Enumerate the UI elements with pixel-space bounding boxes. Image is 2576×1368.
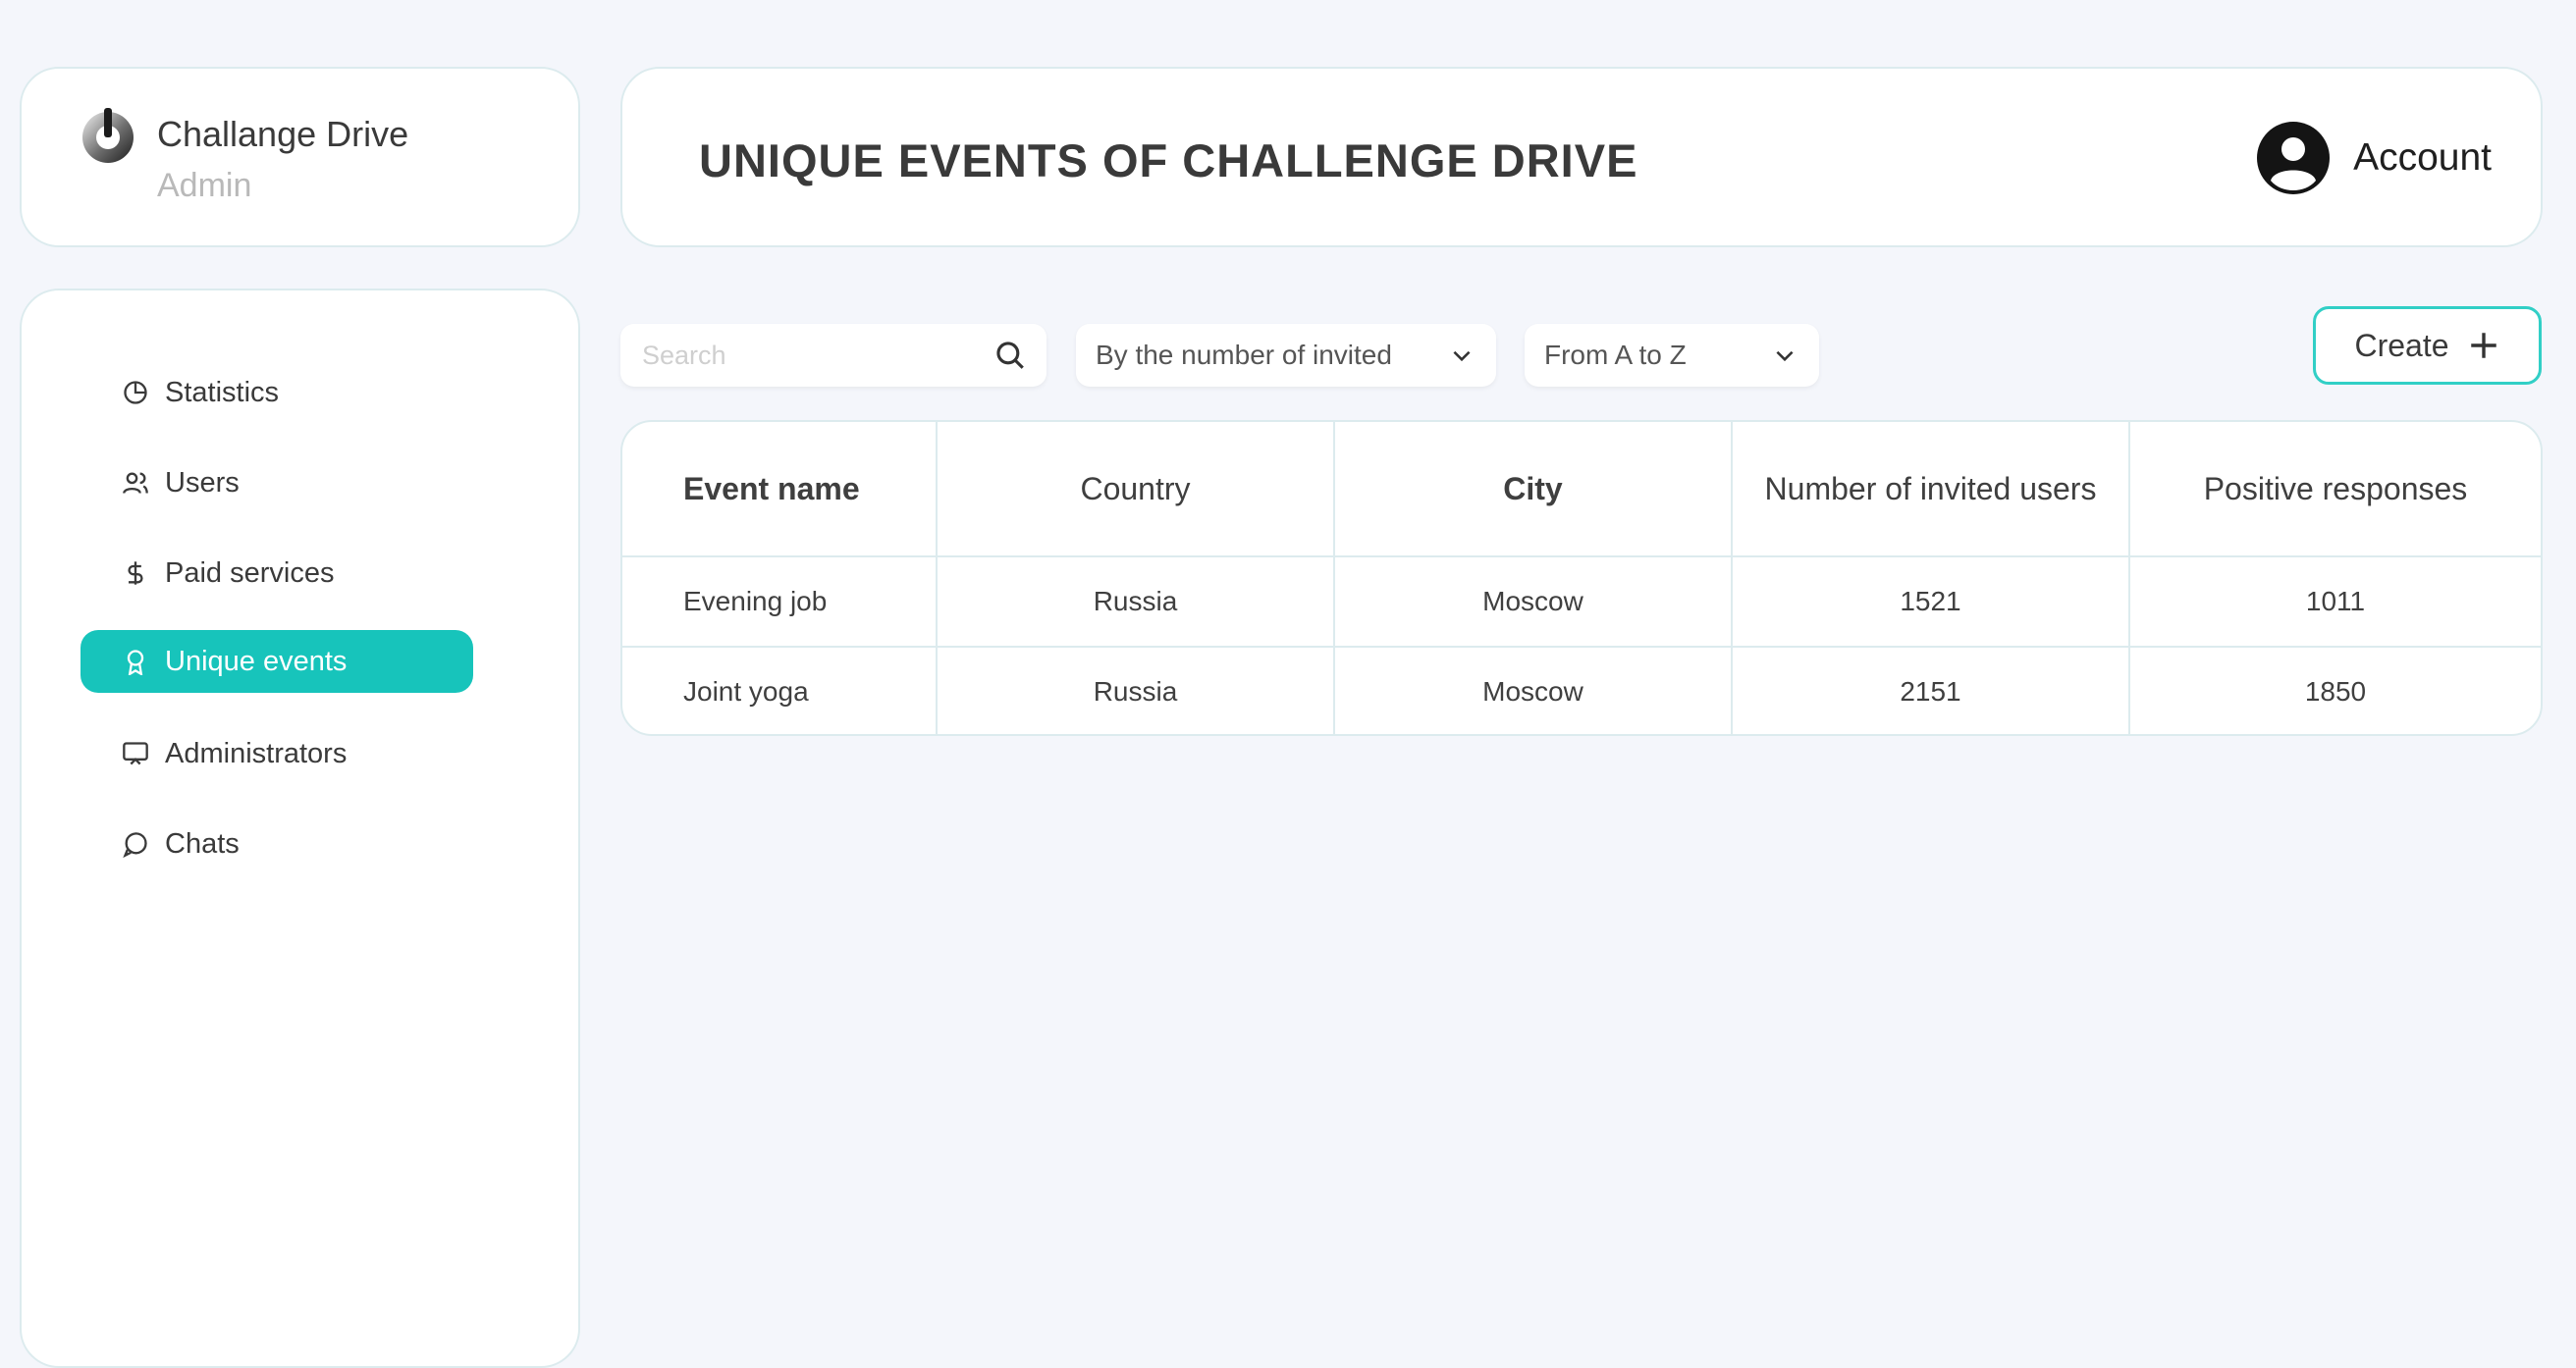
pie-chart-icon [124, 381, 147, 404]
brand-logo-icon [82, 108, 134, 163]
account-menu[interactable]: Account [2257, 122, 2492, 194]
sort-by-value: By the number of invited [1096, 340, 1392, 370]
events-table-card: Event name Country City Number of invite… [620, 420, 2543, 736]
monitor-icon [123, 742, 148, 765]
chevron-down-icon [1453, 350, 1471, 362]
table-row[interactable]: Joint yoga Russia Moscow 2151 1850 [622, 647, 2541, 734]
page-header: UNIQUE EVENTS OF CHALLENGE DRIVE Account [620, 67, 2543, 247]
cell-positive-responses: 1011 [2129, 556, 2541, 648]
cell-country: Russia [937, 556, 1335, 648]
column-header-city[interactable]: City [1334, 422, 1733, 557]
cell-city: Moscow [1334, 556, 1733, 648]
cell-invited-users: 1521 [1732, 556, 2130, 648]
column-header-country[interactable]: Country [937, 422, 1335, 557]
search-icon[interactable] [993, 339, 1027, 372]
sidebar-item-label: Administrators [165, 737, 348, 769]
plus-icon [2470, 333, 2496, 358]
cell-country: Russia [937, 647, 1335, 734]
cell-city: Moscow [1334, 647, 1733, 734]
sidebar-item-label: Unique events [165, 645, 348, 677]
sidebar-item-users[interactable]: Users [80, 451, 473, 514]
sidebar-item-paid-services[interactable]: Paid services [80, 542, 473, 605]
cell-event-name: Evening job [622, 556, 938, 648]
page-title: UNIQUE EVENTS OF CHALLENGE DRIVE [699, 134, 1638, 186]
sidebar-item-unique-events[interactable]: Unique events [80, 630, 473, 693]
sidebar-item-label: Statistics [165, 376, 280, 408]
sidebar-item-label: Users [165, 466, 240, 499]
table-header-row: Event name Country City Number of invite… [622, 422, 2541, 557]
create-button[interactable]: Create [2313, 306, 2542, 385]
brand-title: Challange Drive [157, 114, 409, 154]
cell-event-name: Joint yoga [622, 647, 938, 734]
account-label: Account [2353, 136, 2492, 179]
sidebar-item-label: Chats [165, 827, 240, 860]
column-header-event-name[interactable]: Event name [622, 422, 938, 557]
sidebar-item-administrators[interactable]: Administrators [80, 722, 473, 785]
dollar-icon [128, 561, 143, 585]
events-table: Event name Country City Number of invite… [622, 422, 2541, 734]
chevron-down-icon [1776, 350, 1794, 362]
search-input[interactable] [640, 339, 993, 372]
table-row[interactable]: Evening job Russia Moscow 1521 1011 [622, 556, 2541, 648]
column-header-invited-users[interactable]: Number of invited users [1732, 422, 2130, 557]
users-icon [123, 472, 148, 494]
sidebar-item-chats[interactable]: Chats [80, 813, 473, 875]
brand-card: Challange Drive Admin [20, 67, 580, 247]
create-button-label: Create [2354, 327, 2449, 363]
cell-positive-responses: 1850 [2304, 676, 2367, 707]
sidebar-item-label: Paid services [165, 556, 335, 589]
order-select[interactable]: From A to Z [1525, 324, 1819, 387]
order-value: From A to Z [1544, 340, 1687, 370]
sidebar-item-statistics[interactable]: Statistics [80, 361, 473, 424]
sidebar: Statistics Users Paid services Unique ev… [20, 289, 580, 1368]
cell-invited-users: 2151 [1732, 647, 2130, 734]
user-avatar-icon [2257, 122, 2331, 194]
column-header-positive-responses[interactable]: Positive responses [2129, 422, 2541, 557]
brand-role: Admin [157, 167, 252, 204]
award-icon [127, 650, 144, 675]
chat-bubble-icon [123, 832, 147, 858]
sort-by-select[interactable]: By the number of invited [1076, 324, 1496, 387]
search-box [620, 324, 1046, 387]
